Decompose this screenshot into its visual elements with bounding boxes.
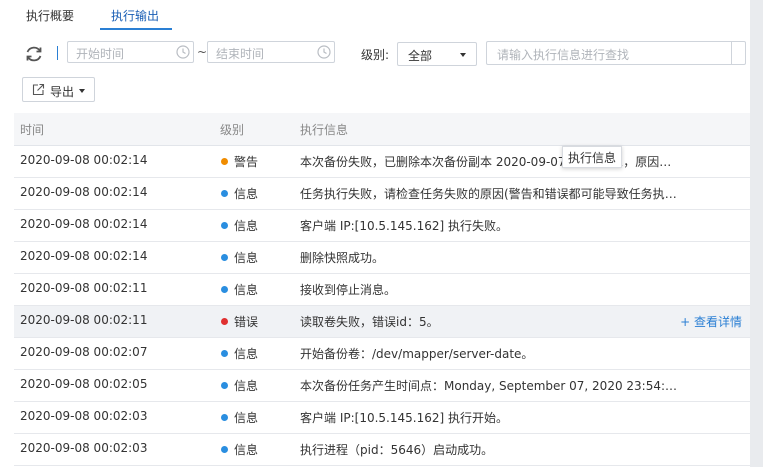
header-message: 执行信息: [300, 123, 349, 137]
table-row[interactable]: 2020-09-08 00:02:03 信息 客户端 IP:[10.5.145.…: [14, 402, 750, 434]
row-time: 2020-09-08 00:02:11: [20, 281, 148, 295]
tab-bar: 执行概要 执行输出: [14, 0, 748, 30]
row-level: 信息: [220, 377, 258, 394]
search-icon[interactable]: [731, 41, 746, 65]
table-row[interactable]: 2020-09-08 00:02:14 信息 任务执行失败，请检查任务失败的原因…: [14, 178, 750, 210]
tab-execution-summary[interactable]: 执行概要: [26, 7, 74, 24]
tab-execution-output[interactable]: 执行输出: [111, 7, 159, 24]
header-level: 级别: [220, 123, 245, 137]
table-row[interactable]: 2020-09-08 00:02:07 信息 开始备份卷：/dev/mapper…: [14, 338, 750, 370]
row-level: 警告: [220, 153, 258, 170]
row-level: 信息: [220, 185, 258, 202]
table-row[interactable]: 2020-09-08 00:02:03 信息 执行进程（pid：5646）启动成…: [14, 434, 750, 466]
row-message: 任务执行失败，请检查任务失败的原因(警告和错误都可能导致任务执行失败): [300, 187, 680, 201]
row-message: 客户端 IP:[10.5.145.162] 执行失败。: [300, 219, 508, 233]
level-label: 级别:: [361, 48, 390, 62]
row-message: 本次备份任务产生时间点：Monday, September 07, 2020 2…: [300, 379, 680, 393]
row-time: 2020-09-08 00:02:05: [20, 377, 148, 391]
table-row[interactable]: 2020-09-08 00:02:11 错误 读取卷失败，错误id：5。 + 查…: [14, 306, 750, 338]
end-time-placeholder: 结束时间: [216, 47, 265, 61]
view-details-link[interactable]: + 查看详情: [680, 313, 742, 330]
range-separator: ~: [197, 45, 208, 59]
status-dot-icon: [221, 158, 228, 165]
tooltip: 执行信息: [562, 146, 623, 168]
chevron-down-icon: [79, 89, 85, 93]
row-message: 读取卷失败，错误id：5。: [300, 315, 439, 329]
row-time: 2020-09-08 00:02:14: [20, 217, 148, 231]
row-level: 信息: [220, 249, 258, 266]
search-placeholder: 请输入执行信息进行查找: [497, 48, 630, 62]
row-message: 客户端 IP:[10.5.145.162] 执行开始。: [300, 411, 508, 425]
status-dot-icon: [221, 350, 228, 357]
row-time: 2020-09-08 00:02:07: [20, 345, 148, 359]
start-time-input[interactable]: 开始时间: [67, 41, 194, 63]
table-row[interactable]: 2020-09-08 00:02:05 信息 本次备份任务产生时间点：Monda…: [14, 370, 750, 402]
clock-icon: [176, 45, 190, 59]
status-dot-icon: [221, 318, 228, 325]
table-row[interactable]: 2020-09-08 00:02:14 信息 客户端 IP:[10.5.145.…: [14, 210, 750, 242]
chevron-down-icon: [460, 53, 466, 57]
row-level: 信息: [220, 441, 258, 458]
filter-toolbar: 开始时间 ~ 结束时间 级别: 全部 请输入执行信息进行查找: [0, 40, 763, 66]
level-select-value: 全部: [408, 49, 433, 63]
status-dot-icon: [221, 382, 228, 389]
table-row[interactable]: 2020-09-08 00:02:11 信息 接收到停止消息。: [14, 274, 750, 306]
table-row[interactable]: 2020-09-08 00:02:14 信息 删除快照成功。: [14, 242, 750, 274]
status-dot-icon: [221, 190, 228, 197]
export-button[interactable]: 导出: [22, 77, 95, 102]
search-input[interactable]: 请输入执行信息进行查找: [486, 41, 746, 65]
row-time: 2020-09-08 00:02:14: [20, 153, 148, 167]
row-message: 接收到停止消息。: [300, 283, 397, 297]
row-level: 信息: [220, 345, 258, 362]
row-time: 2020-09-08 00:02:14: [20, 185, 148, 199]
active-tab-indicator: [100, 28, 172, 30]
status-dot-icon: [221, 254, 228, 261]
log-table: 时间 级别 执行信息 2020-09-08 00:02:14 警告 本次备份失败…: [14, 113, 750, 466]
row-time: 2020-09-08 00:02:03: [20, 441, 148, 455]
separator: [57, 46, 58, 60]
status-dot-icon: [221, 414, 228, 421]
row-message: 删除快照成功。: [300, 251, 385, 265]
row-time: 2020-09-08 00:02:03: [20, 409, 148, 423]
table-row[interactable]: 2020-09-08 00:02:14 警告 本次备份失败，已删除本次备份副本 …: [14, 146, 750, 178]
row-level: 信息: [220, 409, 258, 426]
row-message: 本次备份失败，已删除本次备份副本 2020-09-07 23:54:21，原因：…: [300, 155, 680, 169]
header-time: 时间: [20, 123, 45, 137]
row-level: 错误: [220, 313, 258, 330]
table-header: 时间 级别 执行信息: [14, 113, 750, 146]
end-time-input[interactable]: 结束时间: [207, 41, 335, 63]
export-icon: [32, 83, 45, 96]
row-level: 信息: [220, 217, 258, 234]
status-dot-icon: [221, 446, 228, 453]
level-select[interactable]: 全部: [397, 42, 477, 66]
export-label: 导出: [50, 85, 75, 99]
refresh-icon[interactable]: [24, 44, 44, 64]
row-time: 2020-09-08 00:02:14: [20, 249, 148, 263]
scrollbar[interactable]: [750, 0, 763, 467]
clock-icon: [317, 45, 331, 59]
row-level: 信息: [220, 281, 258, 298]
start-time-placeholder: 开始时间: [76, 47, 125, 61]
row-message: 开始备份卷：/dev/mapper/server-date。: [300, 347, 534, 361]
row-message: 执行进程（pid：5646）启动成功。: [300, 443, 494, 457]
row-time: 2020-09-08 00:02:11: [20, 313, 148, 327]
status-dot-icon: [221, 222, 228, 229]
status-dot-icon: [221, 286, 228, 293]
